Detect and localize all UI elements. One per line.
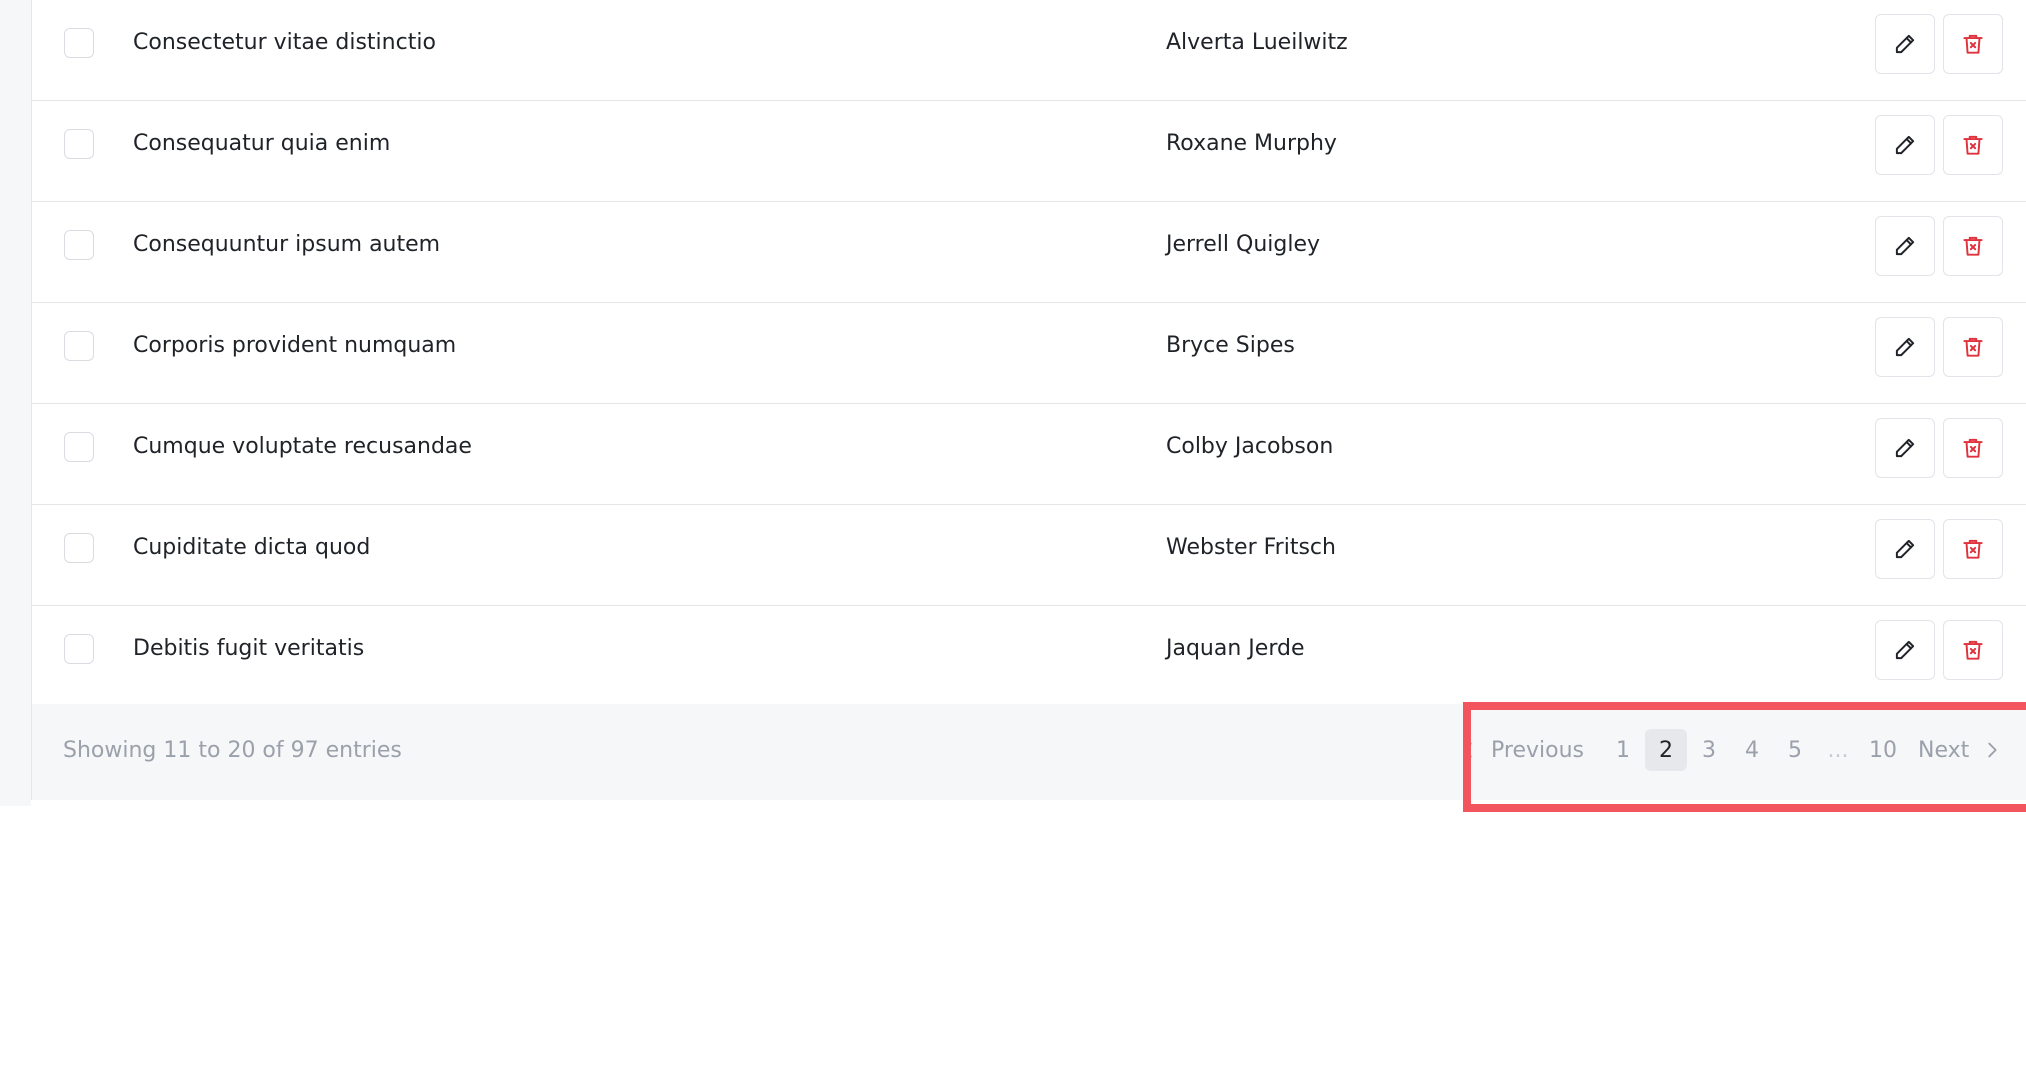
table-row: Consectetur vitae distinctio Alverta Lue… — [32, 0, 2026, 101]
row-select-checkbox[interactable] — [64, 432, 94, 462]
row-select-checkbox[interactable] — [64, 230, 94, 260]
edit-button[interactable] — [1875, 115, 1935, 175]
pencil-icon — [1895, 236, 1915, 256]
page-1-button[interactable]: 1 — [1602, 729, 1644, 771]
delete-button[interactable] — [1943, 216, 2003, 276]
row-title: Consequuntur ipsum autem — [133, 232, 441, 257]
delete-button[interactable] — [1943, 620, 2003, 680]
row-select-checkbox[interactable] — [64, 634, 94, 664]
chevron-right-icon — [1988, 742, 1997, 758]
trash-icon — [1963, 337, 1983, 357]
trash-icon — [1963, 539, 1983, 559]
row-title: Consequatur quia enim — [133, 131, 391, 156]
edit-button[interactable] — [1875, 418, 1935, 478]
row-title: Cupiditate dicta quod — [133, 535, 371, 560]
row-author: Colby Jacobson — [1166, 434, 1334, 459]
delete-button[interactable] — [1943, 418, 2003, 478]
row-author: Jerrell Quigley — [1166, 232, 1320, 257]
pencil-icon — [1895, 135, 1915, 155]
row-title: Consectetur vitae distinctio — [133, 30, 436, 55]
table-row: Cumque voluptate recusandae Colby Jacobs… — [32, 404, 2026, 505]
trash-icon — [1963, 438, 1983, 458]
page-5-button[interactable]: 5 — [1774, 729, 1816, 771]
trash-icon — [1963, 640, 1983, 660]
row-title: Corporis provident numquam — [133, 333, 457, 358]
row-title: Debitis fugit veritatis — [133, 636, 365, 661]
table-row: Consequuntur ipsum autem Jerrell Quigley — [32, 202, 2026, 303]
row-author: Alverta Lueilwitz — [1166, 30, 1348, 55]
table-footer: Showing 11 to 20 of 97 entries Previous … — [32, 704, 2026, 800]
row-author: Roxane Murphy — [1166, 131, 1337, 156]
table-row: Debitis fugit veritatis Jaquan Jerde — [32, 606, 2026, 707]
page-2-button[interactable]: 2 — [1644, 729, 1687, 771]
left-gutter — [0, 0, 31, 806]
delete-button[interactable] — [1943, 115, 2003, 175]
trash-icon — [1963, 135, 1983, 155]
pagination: Previous 1 2 3 4 5 ... 10 Next — [1457, 726, 2003, 774]
row-select-checkbox[interactable] — [64, 331, 94, 361]
row-select-checkbox[interactable] — [64, 28, 94, 58]
pencil-icon — [1895, 438, 1915, 458]
delete-button[interactable] — [1943, 519, 2003, 579]
trash-icon — [1963, 236, 1983, 256]
table-body: Consectetur vitae distinctio Alverta Lue… — [32, 0, 2026, 707]
row-author: Webster Fritsch — [1166, 535, 1336, 560]
row-select-checkbox[interactable] — [64, 533, 94, 563]
edit-button[interactable] — [1875, 519, 1935, 579]
previous-page-button[interactable]: Previous — [1457, 738, 1584, 763]
edit-button[interactable] — [1875, 620, 1935, 680]
page-3-button[interactable]: 3 — [1688, 729, 1730, 771]
row-author: Bryce Sipes — [1166, 333, 1295, 358]
page: Consectetur vitae distinctio Alverta Lue… — [0, 0, 2026, 1072]
pencil-icon — [1895, 337, 1915, 357]
edit-button[interactable] — [1875, 14, 1935, 74]
pencil-icon — [1895, 539, 1915, 559]
posts-table: Consectetur vitae distinctio Alverta Lue… — [31, 0, 2026, 800]
pagination-ellipsis: ... — [1827, 737, 1849, 763]
trash-icon — [1963, 34, 1983, 54]
page-10-button[interactable]: 10 — [1860, 729, 1906, 771]
edit-button[interactable] — [1875, 216, 1935, 276]
table-row: Corporis provident numquam Bryce Sipes — [32, 303, 2026, 404]
table-row: Consequatur quia enim Roxane Murphy — [32, 101, 2026, 202]
row-title: Cumque voluptate recusandae — [133, 434, 472, 459]
row-select-checkbox[interactable] — [64, 129, 94, 159]
pencil-icon — [1895, 640, 1915, 660]
delete-button[interactable] — [1943, 14, 2003, 74]
previous-label: Previous — [1491, 737, 1584, 763]
page-4-button[interactable]: 4 — [1731, 729, 1773, 771]
table-row: Cupiditate dicta quod Webster Fritsch — [32, 505, 2026, 606]
next-page-button[interactable]: Next — [1918, 738, 2003, 763]
delete-button[interactable] — [1943, 317, 2003, 377]
next-label: Next — [1917, 737, 1970, 763]
showing-entries-text: Showing 11 to 20 of 97 entries — [63, 738, 402, 763]
pencil-icon — [1895, 34, 1915, 54]
edit-button[interactable] — [1875, 317, 1935, 377]
row-author: Jaquan Jerde — [1166, 636, 1305, 661]
chevron-left-icon — [1463, 742, 1472, 758]
